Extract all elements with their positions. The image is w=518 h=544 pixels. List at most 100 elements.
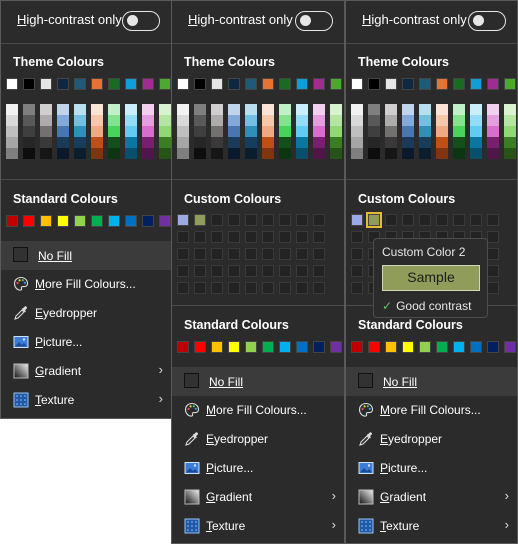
gradient-item[interactable]: Gradient ›: [1, 357, 171, 385]
theme-shade-swatch[interactable]: [296, 137, 308, 148]
empty-custom-slot[interactable]: [228, 214, 240, 226]
standard-colour-swatch[interactable]: [368, 341, 380, 353]
empty-custom-slot[interactable]: [262, 231, 274, 243]
theme-colour-swatch[interactable]: [142, 78, 154, 90]
standard-colour-swatch[interactable]: [142, 215, 154, 227]
theme-shade-swatch[interactable]: [91, 104, 103, 115]
standard-colour-swatch[interactable]: [6, 215, 18, 227]
empty-custom-slot[interactable]: [211, 231, 223, 243]
theme-shade-swatch[interactable]: [504, 104, 516, 115]
theme-shade-swatch[interactable]: [453, 104, 465, 115]
standard-colour-swatch[interactable]: [419, 341, 431, 353]
empty-custom-slot[interactable]: [487, 282, 499, 294]
theme-shade-swatch[interactable]: [57, 104, 69, 115]
theme-shade-swatch[interactable]: [74, 115, 86, 126]
theme-colour-swatch[interactable]: [211, 78, 223, 90]
theme-shade-swatch[interactable]: [487, 148, 499, 159]
empty-custom-slot[interactable]: [351, 265, 363, 277]
theme-shade-swatch[interactable]: [351, 115, 363, 126]
empty-custom-slot[interactable]: [470, 214, 482, 226]
theme-shade-swatch[interactable]: [330, 148, 342, 159]
theme-shade-swatch[interactable]: [74, 148, 86, 159]
theme-shade-swatch[interactable]: [296, 115, 308, 126]
empty-custom-slot[interactable]: [211, 282, 223, 294]
theme-shade-swatch[interactable]: [159, 148, 171, 159]
theme-shade-swatch[interactable]: [368, 148, 380, 159]
theme-shade-swatch[interactable]: [194, 137, 206, 148]
theme-shade-swatch[interactable]: [159, 137, 171, 148]
theme-shade-swatch[interactable]: [74, 126, 86, 137]
theme-shade-swatch[interactable]: [402, 126, 414, 137]
standard-colour-swatch[interactable]: [177, 341, 189, 353]
theme-colour-swatch[interactable]: [177, 78, 189, 90]
theme-shade-swatch[interactable]: [159, 104, 171, 115]
theme-colour-swatch[interactable]: [296, 78, 308, 90]
empty-custom-slot[interactable]: [296, 282, 308, 294]
empty-custom-slot[interactable]: [351, 248, 363, 260]
theme-colour-swatch[interactable]: [108, 78, 120, 90]
standard-colour-swatch[interactable]: [351, 341, 363, 353]
theme-shade-swatch[interactable]: [296, 148, 308, 159]
theme-shade-swatch[interactable]: [262, 148, 274, 159]
empty-custom-slot[interactable]: [262, 214, 274, 226]
theme-shade-swatch[interactable]: [368, 126, 380, 137]
theme-shade-swatch[interactable]: [504, 148, 516, 159]
theme-colour-swatch[interactable]: [125, 78, 137, 90]
empty-custom-slot[interactable]: [313, 265, 325, 277]
theme-shade-swatch[interactable]: [177, 115, 189, 126]
more-fill-colours-item[interactable]: More Fill Colours...: [346, 396, 517, 424]
empty-custom-slot[interactable]: [487, 214, 499, 226]
more-fill-colours-item[interactable]: More Fill Colours...: [172, 396, 344, 424]
theme-shade-swatch[interactable]: [453, 148, 465, 159]
empty-custom-slot[interactable]: [211, 248, 223, 260]
empty-custom-slot[interactable]: [453, 214, 465, 226]
theme-shade-swatch[interactable]: [245, 137, 257, 148]
empty-custom-slot[interactable]: [296, 231, 308, 243]
empty-custom-slot[interactable]: [419, 214, 431, 226]
theme-shade-swatch[interactable]: [159, 115, 171, 126]
theme-shade-swatch[interactable]: [385, 137, 397, 148]
empty-custom-slot[interactable]: [296, 214, 308, 226]
theme-shade-swatch[interactable]: [245, 104, 257, 115]
theme-shade-swatch[interactable]: [279, 104, 291, 115]
theme-shade-swatch[interactable]: [419, 104, 431, 115]
theme-shade-swatch[interactable]: [57, 148, 69, 159]
texture-item[interactable]: Texture ›: [172, 512, 344, 540]
theme-shade-swatch[interactable]: [368, 115, 380, 126]
theme-shade-swatch[interactable]: [436, 126, 448, 137]
theme-shade-swatch[interactable]: [279, 148, 291, 159]
theme-colour-swatch[interactable]: [419, 78, 431, 90]
theme-shade-swatch[interactable]: [453, 137, 465, 148]
theme-shade-swatch[interactable]: [385, 148, 397, 159]
theme-shade-swatch[interactable]: [470, 115, 482, 126]
theme-shade-swatch[interactable]: [23, 115, 35, 126]
theme-shade-swatch[interactable]: [6, 115, 18, 126]
theme-colour-swatch[interactable]: [504, 78, 516, 90]
standard-colour-swatch[interactable]: [436, 341, 448, 353]
theme-colour-swatch[interactable]: [74, 78, 86, 90]
theme-shade-swatch[interactable]: [419, 126, 431, 137]
empty-custom-slot[interactable]: [279, 282, 291, 294]
theme-shade-swatch[interactable]: [313, 148, 325, 159]
texture-item[interactable]: Texture ›: [346, 512, 517, 540]
theme-shade-swatch[interactable]: [262, 137, 274, 148]
theme-shade-swatch[interactable]: [159, 126, 171, 137]
custom-colour-swatch[interactable]: [177, 214, 189, 226]
theme-shade-swatch[interactable]: [125, 148, 137, 159]
theme-colour-swatch[interactable]: [245, 78, 257, 90]
theme-shade-swatch[interactable]: [108, 126, 120, 137]
theme-shade-swatch[interactable]: [330, 115, 342, 126]
theme-shade-swatch[interactable]: [177, 126, 189, 137]
texture-item[interactable]: Texture ›: [1, 386, 171, 414]
standard-colour-swatch[interactable]: [313, 341, 325, 353]
theme-shade-swatch[interactable]: [23, 148, 35, 159]
standard-colour-swatch[interactable]: [108, 215, 120, 227]
theme-shade-swatch[interactable]: [228, 126, 240, 137]
theme-shade-swatch[interactable]: [436, 137, 448, 148]
empty-custom-slot[interactable]: [177, 265, 189, 277]
standard-colour-swatch[interactable]: [279, 341, 291, 353]
theme-colour-swatch[interactable]: [470, 78, 482, 90]
empty-custom-slot[interactable]: [211, 214, 223, 226]
eyedropper-item[interactable]: Eyedropper: [172, 425, 344, 453]
theme-shade-swatch[interactable]: [487, 115, 499, 126]
